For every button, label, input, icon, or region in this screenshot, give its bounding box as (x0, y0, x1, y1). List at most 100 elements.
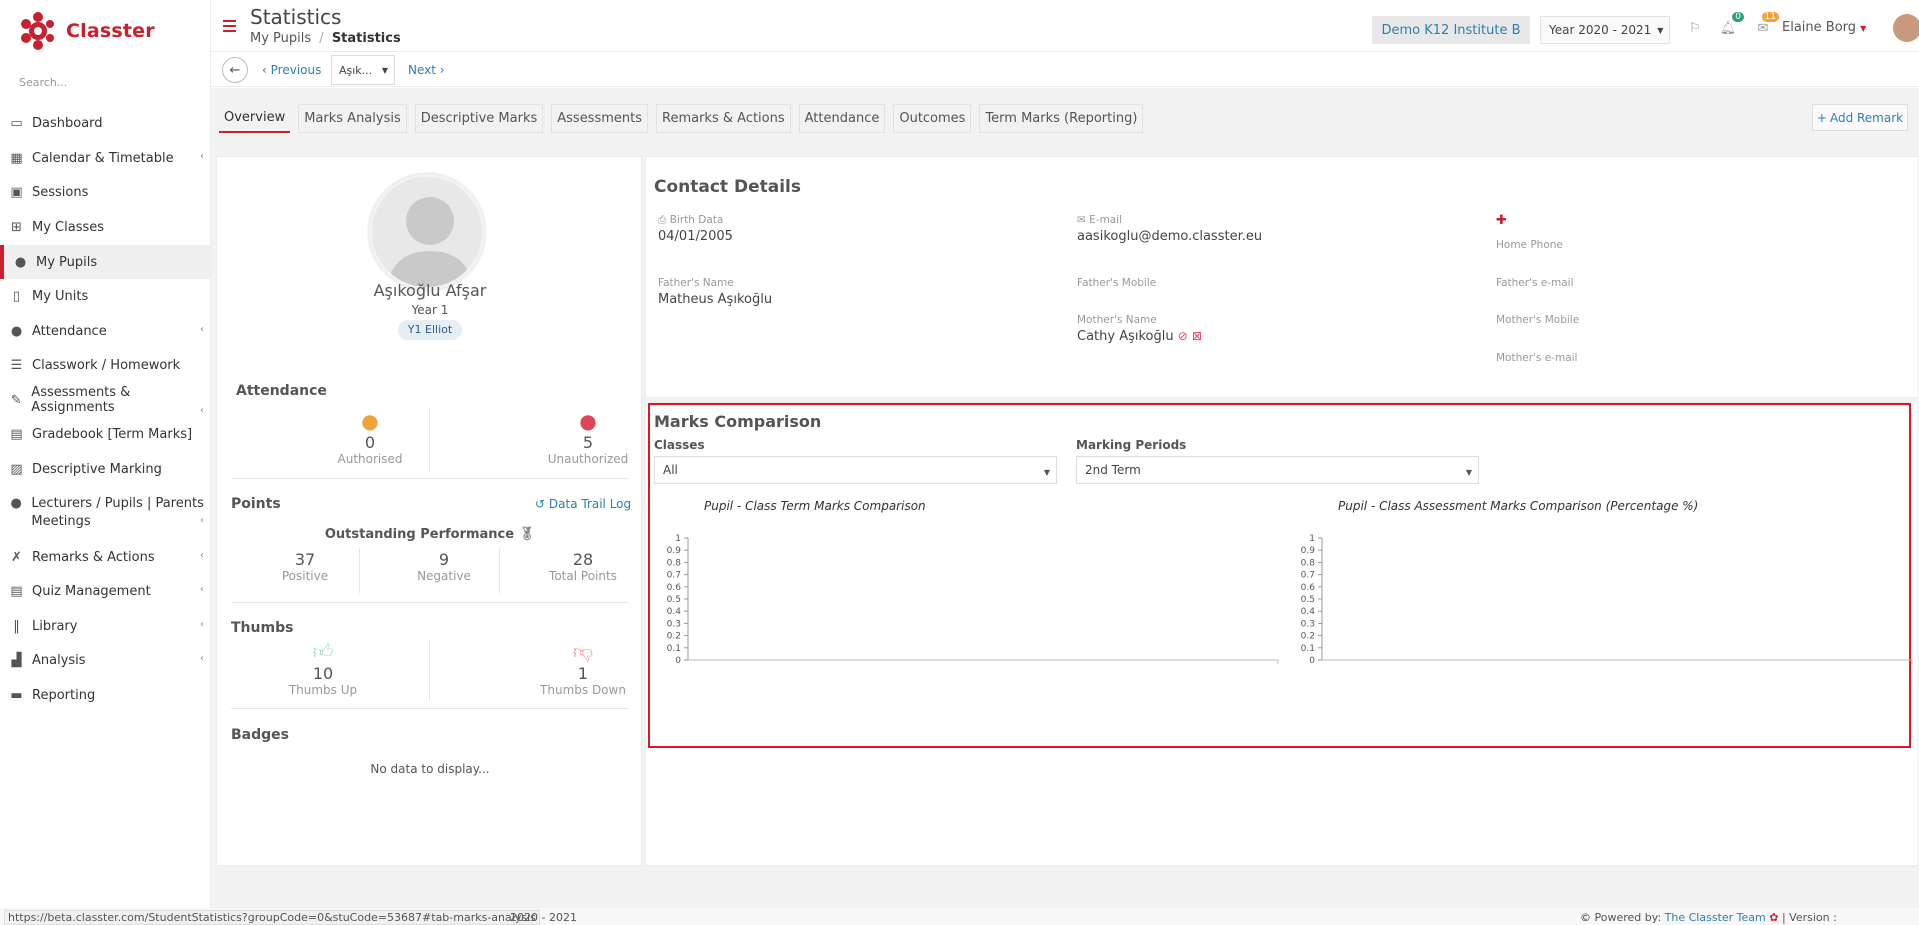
user-menu[interactable]: Elaine Borg ▼ (1782, 20, 1866, 35)
sidebar-item-reporting[interactable]: ▬ Reporting (0, 678, 210, 712)
classter-small-icon: © (1580, 911, 1591, 924)
birth-data-label-text: Birth Data (669, 214, 724, 226)
pupil-year: Year 1 (411, 303, 449, 317)
marking-periods-select-value: 2nd Term (1085, 463, 1141, 477)
marks-comparison-title: Marks Comparison (654, 412, 822, 431)
pupil-photo (369, 174, 485, 290)
unauthorized-label: Unauthorized (547, 452, 629, 466)
classter-logo[interactable]: Classter (20, 10, 155, 52)
sidebar-item-meetings[interactable]: ● Lecturers / Pupils | Parents Meetings ‹ (0, 488, 210, 534)
marking-periods-select[interactable]: 2nd Term ▼ (1076, 456, 1479, 484)
tab-attendance[interactable]: Attendance (798, 104, 886, 133)
y-tick-label: 0.5 (1301, 595, 1315, 605)
sidebar-item-attendance[interactable]: ● Attendance ‹ (0, 314, 210, 348)
y-tick-label: 0.1 (667, 644, 681, 654)
previous-link[interactable]: ‹ Previous (262, 63, 321, 77)
assessment-marks-chart-title: Pupil - Class Assessment Marks Compariso… (1338, 499, 1699, 513)
team-link[interactable]: The Classter Team (1665, 911, 1766, 924)
birth-data-label: ⎙ Birth Data (658, 214, 723, 227)
sessions-icon: ▣ (10, 184, 23, 200)
year-select[interactable]: Year 2020 - 2021 ▼ (1540, 16, 1670, 44)
mother-name-label: Mother's Name (1077, 314, 1157, 326)
data-trail-log-label: Data Trail Log (548, 497, 632, 511)
next-link[interactable]: Next › (408, 63, 445, 77)
tab-overview[interactable]: Overview (219, 104, 291, 133)
chevron-left-icon: ‹ (200, 653, 204, 664)
positive-value: 37 (294, 550, 316, 569)
badges-title: Badges (231, 727, 289, 743)
tab-marks-analysis[interactable]: Marks Analysis (298, 104, 407, 133)
y-tick-label: 0.3 (667, 619, 681, 629)
data-trail-log-link[interactable]: ↺ Data Trail Log (535, 497, 631, 511)
institute-button[interactable]: Demo K12 Institute B (1372, 16, 1530, 44)
tab-descriptive-marks[interactable]: Descriptive Marks (414, 104, 544, 133)
sidebar-item-label: Attendance (32, 323, 107, 339)
avatar[interactable] (1893, 14, 1919, 42)
sidebar-item-gradebook[interactable]: ▤ Gradebook [Term Marks] (0, 417, 210, 451)
tab-outcomes[interactable]: Outcomes (893, 104, 972, 133)
father-mobile-label: Father's Mobile (1077, 277, 1157, 289)
y-tick-label: 0.7 (667, 571, 681, 581)
y-tick-label: 0.4 (667, 607, 682, 617)
chevron-left-icon: ‹ (200, 515, 204, 526)
y-tick-label: 0.2 (667, 632, 681, 642)
y-tick-label: 1 (1309, 534, 1315, 544)
sidebar-item-remarks[interactable]: ✗ Remarks & Actions ‹ (0, 540, 210, 574)
badges-empty-message: No data to display... (370, 762, 490, 776)
sidebar-item-my-classes[interactable]: ⊞ My Classes (0, 210, 210, 244)
divider (359, 549, 360, 593)
sidebar-item-my-pupils[interactable]: ● My Pupils (0, 245, 210, 279)
thumbs-up-value: 10 (312, 664, 334, 683)
caret-down-icon: ▼ (1043, 468, 1050, 477)
sidebar-item-dashboard[interactable]: ▭ Dashboard (0, 106, 210, 140)
sidebar-item-descriptive-marking[interactable]: ▨ Descriptive Marking (0, 452, 210, 486)
mail-icon[interactable]: ✉ 11 (1751, 12, 1779, 40)
main-content: Overview Marks Analysis Descriptive Mark… (211, 88, 1919, 908)
back-button[interactable]: ← (222, 57, 248, 83)
sidebar-item-assessments[interactable]: ✎ Assessments & Assignments ‹ (0, 383, 210, 417)
medical-kit-icon[interactable]: ✚ (1496, 213, 1507, 228)
caret-down-icon: ▼ (1465, 468, 1472, 477)
gradebook-icon: ▤ (10, 426, 23, 442)
status-url: https://beta.classter.com/StudentStatist… (4, 910, 540, 925)
pupil-select[interactable]: Aşık... ▼ (331, 55, 395, 85)
authorised-user-icon: ● (361, 409, 379, 433)
sidebar-item-my-units[interactable]: ▯ My Units (0, 279, 210, 313)
add-remark-button[interactable]: + Add Remark (1812, 104, 1908, 131)
assessment-marks-chart: 1 0.9 0.8 0.7 0.6 0.5 0.4 0.3 0.2 0.1 0 (1301, 534, 1913, 666)
term-marks-chart-title: Pupil - Class Term Marks Comparison (704, 499, 926, 513)
calendar-icon: ▦ (10, 150, 23, 166)
thumbs-down-value: 1 (577, 664, 589, 683)
bell-icon[interactable]: 🔔︎ 0 (1716, 12, 1744, 40)
y-tick-label: 0.9 (1301, 546, 1316, 556)
sidebar-item-library[interactable]: ‖ Library ‹ (0, 609, 210, 643)
hamburger-menu-icon[interactable] (223, 20, 236, 36)
sidebar-item-calendar[interactable]: ▦ Calendar & Timetable ‹ (0, 141, 210, 175)
search-input[interactable]: Search... (19, 76, 67, 89)
classter-logo-icon: ✿ (1769, 911, 1779, 924)
email-label-text: E-mail (1089, 214, 1123, 226)
add-remark-label: Add Remark (1829, 110, 1904, 125)
thumbs-down-icon: 👎︎ (572, 639, 594, 663)
sidebar-item-quiz[interactable]: ▤ Quiz Management ‹ (0, 574, 210, 608)
breadcrumb-my-pupils[interactable]: My Pupils (250, 31, 311, 46)
sidebar-item-label: Remarks & Actions (32, 549, 155, 565)
sidebar-item-analysis[interactable]: ▟ Analysis ‹ (0, 643, 210, 677)
sidebar-item-classwork[interactable]: ☰ Classwork / Homework (0, 348, 210, 382)
flag-icon[interactable]: ⚐ (1683, 16, 1707, 40)
sidebar-item-sessions[interactable]: ▣ Sessions (0, 175, 210, 209)
profile-panel: Aşıkoğlu Afşar Year 1 Y1 Elliot Attendan… (216, 156, 642, 866)
y-tick-label: 0.5 (667, 595, 681, 605)
unauthorized-value: 5 (582, 433, 594, 452)
tab-remarks-actions[interactable]: Remarks & Actions (656, 104, 791, 133)
classes-select[interactable]: All ▼ (654, 456, 1057, 484)
plus-icon: + (1816, 110, 1827, 125)
father-name-value: Matheus Aşıkoğlu (658, 292, 773, 307)
mother-name-text: Cathy Aşıkoğlu (1077, 329, 1174, 344)
chevron-left-icon: ‹ (200, 151, 204, 162)
user-silhouette-icon (386, 197, 474, 287)
tab-term-marks[interactable]: Term Marks (Reporting) (979, 104, 1144, 133)
arrow-left-icon: ← (229, 62, 241, 78)
book-icon: ▯ (12, 288, 21, 304)
tab-assessments[interactable]: Assessments (551, 104, 649, 133)
